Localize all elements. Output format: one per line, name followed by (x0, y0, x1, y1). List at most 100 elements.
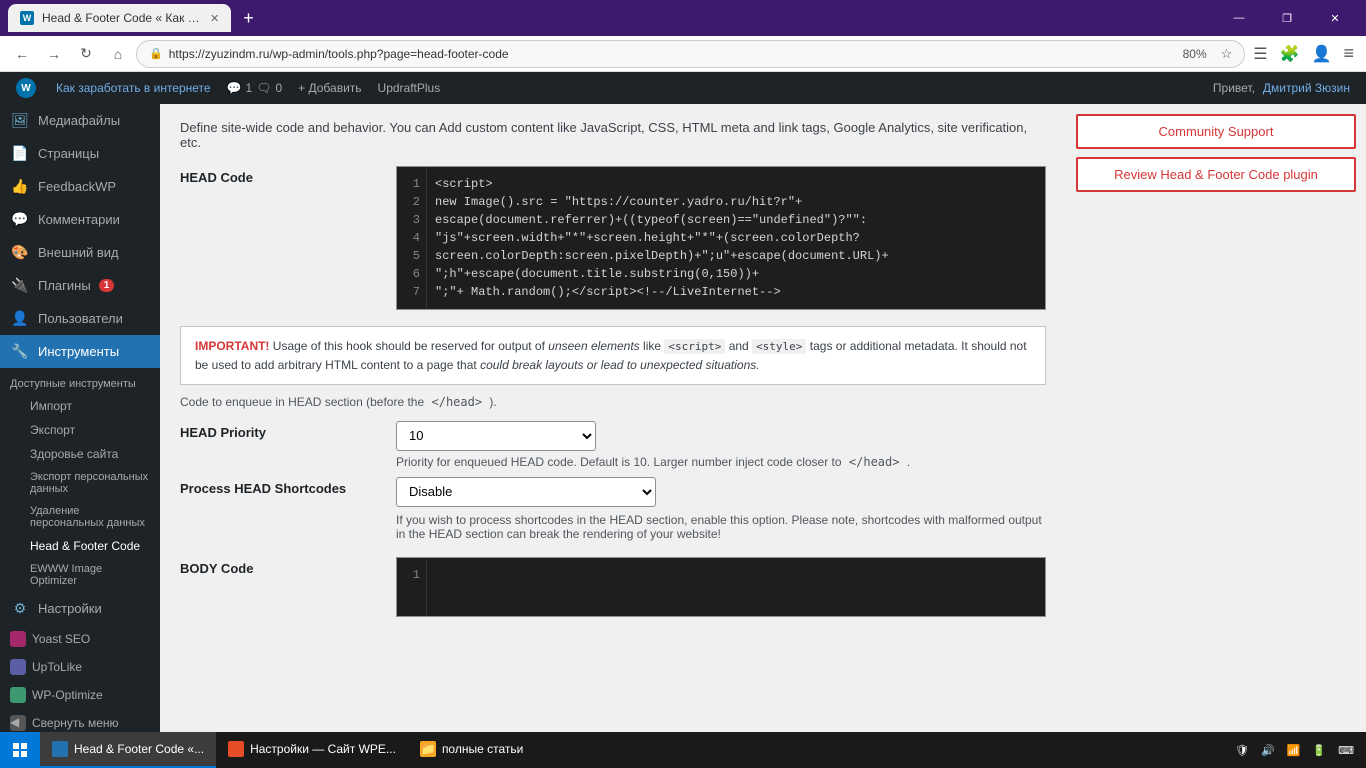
taskbar-head-footer-label: Head & Footer Code «... (74, 742, 204, 756)
sidebar-item-feedbackwp[interactable]: 👍 FeedbackWP (0, 170, 160, 203)
taskbar-item-task3[interactable]: 📁 полные статьи (408, 732, 535, 768)
taskbar-icon-2[interactable]: 🔊 (1257, 744, 1279, 757)
sidebar-toggle[interactable]: ☰ (1249, 40, 1271, 68)
browser-tab[interactable]: W Head & Footer Code « Как зара... ✕ (8, 4, 231, 32)
sidebar-sub-site-health[interactable]: Здоровье сайта (0, 442, 160, 466)
head-code-field: 1234567 <script> new Image().src = "http… (396, 166, 1046, 310)
tab-favicon: W (20, 11, 34, 25)
admin-bar-updraft[interactable]: UpdraftPlus (370, 72, 449, 104)
sidebar-item-settings[interactable]: ⚙ Настройки (0, 592, 160, 625)
admin-bar-new[interactable]: + Добавить (290, 72, 369, 104)
taskbar-icon-3[interactable]: 📶 (1283, 744, 1305, 757)
sidebar-item-media[interactable]: 🖼 Медиафайлы (0, 104, 160, 137)
profile-button[interactable]: 👤 (1308, 40, 1336, 68)
sidebar-sub-head-footer-code[interactable]: Head & Footer Code (0, 534, 160, 558)
sidebar-label-comments: Комментарии (38, 212, 120, 227)
community-support-button[interactable]: Community Support (1076, 114, 1356, 149)
zoom-level: 80% (1175, 47, 1215, 61)
sidebar-item-plugins[interactable]: 🔌 Плагины 1 (0, 269, 160, 302)
wpoptimize-icon (10, 687, 26, 703)
start-button[interactable] (0, 732, 40, 768)
sidebar-collapse-menu[interactable]: ◀ Свернуть меню (0, 709, 160, 732)
tools-indicator (138, 346, 150, 358)
sidebar-plugin-yoast[interactable]: Yoast SEO (0, 625, 160, 653)
head-section-note: Code to enqueue in HEAD section (before … (180, 395, 1046, 409)
head-code-editor[interactable]: 1234567 <script> new Image().src = "http… (396, 166, 1046, 310)
sidebar-label-pages: Страницы (38, 146, 99, 161)
code-text[interactable]: <script> new Image().src = "https://coun… (427, 167, 1045, 309)
collapse-icon: ◀ (10, 715, 26, 731)
body-line-numbers: 1 (397, 558, 427, 616)
sidebar-item-appearance[interactable]: 🎨 Внешний вид (0, 236, 160, 269)
body-code-row: BODY Code 1 (180, 557, 1046, 617)
forward-button[interactable]: → (40, 40, 68, 68)
head-priority-field: 10 Priority for enqueued HEAD code. Defa… (396, 421, 1046, 469)
bookmark-icon[interactable]: ☆ (1221, 46, 1233, 62)
reload-button[interactable]: ↻ (72, 40, 100, 68)
taskbar-right: 🛡 🔊 📶 🔋 ⌨ (1223, 744, 1366, 757)
appearance-icon: 🎨 (10, 244, 30, 261)
process-shortcodes-note: If you wish to process shortcodes in the… (396, 513, 1046, 541)
wp-logo-item[interactable]: W (8, 72, 48, 104)
taskbar-task3-icon: 📁 (420, 741, 436, 757)
maximize-button[interactable]: ❐ (1264, 0, 1310, 36)
head-priority-label: HEAD Priority (180, 421, 380, 440)
sidebar-plugin-uptolike[interactable]: UpToLike (0, 653, 160, 681)
sidebar-plugin-wpoptimize[interactable]: WP-Optimize (0, 681, 160, 709)
sidebar-item-users[interactable]: 👤 Пользователи (0, 302, 160, 335)
minimize-button[interactable]: — (1216, 0, 1262, 36)
sidebar-sub-export-personal[interactable]: Экспорт персональных данных (0, 466, 160, 500)
sidebar-sub-import[interactable]: Импорт (0, 394, 160, 418)
sidebar-sub-export[interactable]: Экспорт (0, 418, 160, 442)
sidebar-sub-ewww[interactable]: EWWW Image Optimizer (0, 558, 160, 592)
new-tab-button[interactable]: + (237, 8, 260, 29)
tab-close-btn[interactable]: ✕ (210, 12, 219, 25)
head-priority-note: Priority for enqueued HEAD code. Default… (396, 455, 1046, 469)
tab-title: Head & Footer Code « Как зара... (42, 11, 202, 25)
user-name[interactable]: Дмитрий Зюзин (1263, 81, 1350, 95)
yoast-icon (10, 631, 26, 647)
head-priority-select[interactable]: 10 (396, 421, 596, 451)
url-text: https://zyuzindm.ru/wp-admin/tools.php?p… (169, 47, 1169, 61)
admin-bar-site-link[interactable]: Как заработать в интернете (48, 72, 219, 104)
browser-navigation-bar: ← → ↻ ⌂ 🔒 https://zyuzindm.ru/wp-admin/t… (0, 36, 1366, 72)
taskbar-item-task2[interactable]: Настройки — Сайт WPE... (216, 732, 408, 768)
plugins-badge: 1 (99, 279, 115, 292)
sidebar-item-tools[interactable]: 🔧 Инструменты (0, 335, 160, 368)
taskbar-icon-4[interactable]: 🔋 (1308, 744, 1330, 757)
admin-bar-comments[interactable]: 💬 1 🗨 0 (219, 72, 291, 104)
sidebar-label-appearance: Внешний вид (38, 245, 119, 260)
users-icon: 👤 (10, 310, 30, 327)
important-notice: IMPORTANT! Usage of this hook should be … (180, 326, 1046, 385)
uptolike-icon (10, 659, 26, 675)
wp-logo: W (16, 78, 36, 98)
body-code-text[interactable] (427, 558, 1045, 616)
taskbar-item-head-footer[interactable]: Head & Footer Code «... (40, 732, 216, 768)
body-code-editor[interactable]: 1 (396, 557, 1046, 617)
close-button[interactable]: ✕ (1312, 0, 1358, 36)
taskbar: Head & Footer Code «... Настройки — Сайт… (0, 732, 1366, 768)
line-numbers: 1234567 (397, 167, 427, 309)
content-description: Define site-wide code and behavior. You … (180, 120, 1046, 150)
menu-button[interactable]: ≡ (1339, 39, 1358, 68)
pages-icon: 📄 (10, 145, 30, 162)
taskbar-head-footer-icon (52, 741, 68, 757)
home-button[interactable]: ⌂ (104, 40, 132, 68)
process-shortcodes-select[interactable]: Disable (396, 477, 656, 507)
comments-icon: 💬 (10, 211, 30, 228)
address-bar[interactable]: 🔒 https://zyuzindm.ru/wp-admin/tools.php… (136, 40, 1245, 68)
window-controls: — ❐ ✕ (1216, 0, 1358, 36)
sidebar-sub-delete-personal[interactable]: Удаление персональных данных (0, 500, 160, 534)
important-strong: IMPORTANT! Usage of this hook should be … (195, 339, 1027, 372)
back-button[interactable]: ← (8, 40, 36, 68)
sidebar-item-pages[interactable]: 📄 Страницы (0, 137, 160, 170)
taskbar-icon-1[interactable]: 🛡 (1231, 744, 1253, 757)
taskbar-task2-label: Настройки — Сайт WPE... (250, 742, 396, 756)
process-shortcodes-row: Process HEAD Shortcodes Disable If you w… (180, 477, 1046, 541)
feedbackwp-icon: 👍 (10, 178, 30, 195)
extensions-button[interactable]: 🧩 (1276, 40, 1304, 68)
taskbar-icon-5[interactable]: ⌨ (1334, 744, 1358, 757)
review-plugin-button[interactable]: Review Head & Footer Code plugin (1076, 157, 1356, 192)
sidebar-item-comments[interactable]: 💬 Комментарии (0, 203, 160, 236)
settings-icon: ⚙ (10, 600, 30, 617)
